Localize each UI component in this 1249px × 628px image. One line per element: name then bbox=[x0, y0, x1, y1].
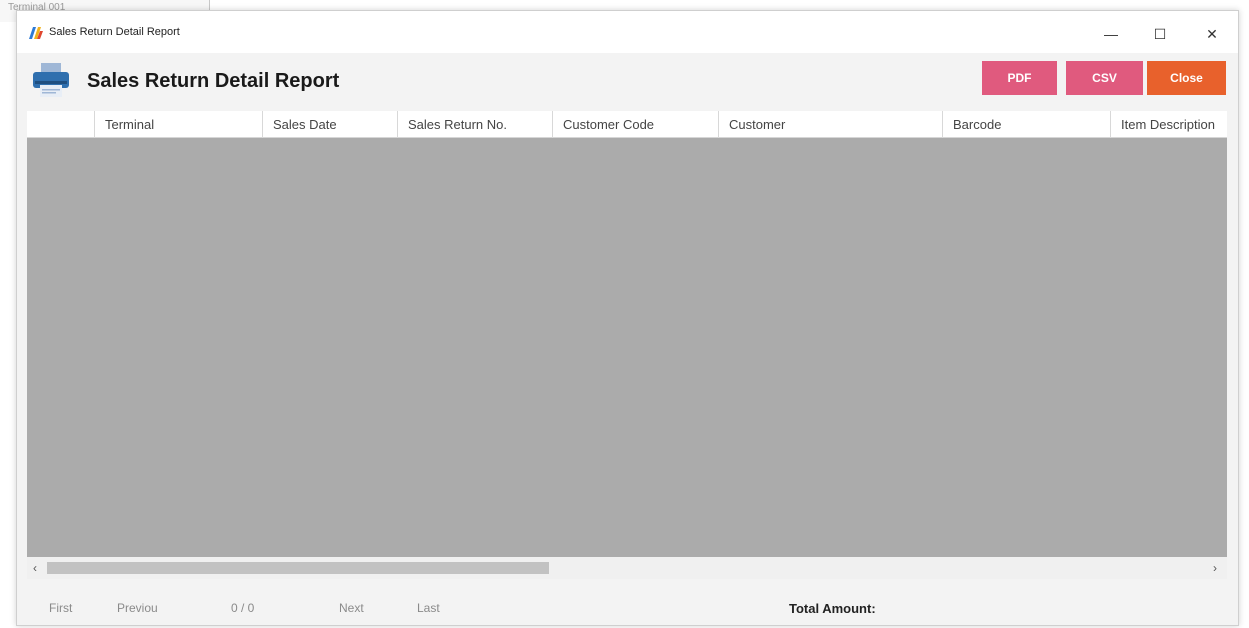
total-amount-label: Total Amount: bbox=[789, 601, 876, 616]
pdf-button[interactable]: PDF bbox=[982, 61, 1057, 95]
column-header-customer-code[interactable]: Customer Code bbox=[553, 111, 719, 138]
close-button[interactable]: Close bbox=[1147, 61, 1226, 95]
title-bar: Sales Return Detail Report — ☐ ✕ bbox=[17, 11, 1238, 53]
page-title: Sales Return Detail Report bbox=[87, 70, 340, 92]
column-header-sales-return-no[interactable]: Sales Return No. bbox=[398, 111, 553, 138]
app-logo-icon bbox=[29, 27, 43, 39]
grid-header: Terminal Sales Date Sales Return No. Cus… bbox=[27, 111, 1227, 138]
column-header-barcode[interactable]: Barcode bbox=[943, 111, 1111, 138]
column-header-sales-date[interactable]: Sales Date bbox=[263, 111, 398, 138]
scroll-right-icon[interactable]: › bbox=[1213, 561, 1217, 575]
report-header: Sales Return Detail Report PDF CSV Close bbox=[17, 53, 1238, 109]
pager-footer: First Previou 0 / 0 Next Last Total Amou… bbox=[17, 591, 1238, 625]
first-page-link[interactable]: First bbox=[49, 601, 72, 615]
window-title: Sales Return Detail Report bbox=[49, 26, 180, 38]
column-header-customer[interactable]: Customer bbox=[719, 111, 943, 138]
minimize-button[interactable]: — bbox=[1093, 21, 1129, 47]
printer-icon bbox=[33, 63, 69, 97]
csv-button[interactable]: CSV bbox=[1066, 61, 1143, 95]
previous-page-link[interactable]: Previou bbox=[117, 601, 158, 615]
scroll-left-icon[interactable]: ‹ bbox=[33, 561, 37, 575]
maximize-button[interactable]: ☐ bbox=[1142, 21, 1178, 47]
column-header-item-description[interactable]: Item Description bbox=[1111, 111, 1227, 138]
next-page-link[interactable]: Next bbox=[339, 601, 364, 615]
window-close-button[interactable]: ✕ bbox=[1194, 21, 1230, 47]
report-grid[interactable]: Terminal Sales Date Sales Return No. Cus… bbox=[27, 111, 1227, 579]
report-window: Sales Return Detail Report — ☐ ✕ Sales R… bbox=[16, 10, 1239, 626]
last-page-link[interactable]: Last bbox=[417, 601, 440, 615]
column-header-terminal[interactable]: Terminal bbox=[95, 111, 263, 138]
column-header-row-selector[interactable] bbox=[27, 111, 95, 138]
scrollbar-thumb[interactable] bbox=[47, 562, 549, 574]
page-status: 0 / 0 bbox=[231, 601, 255, 615]
horizontal-scrollbar[interactable]: ‹ › bbox=[27, 557, 1227, 579]
